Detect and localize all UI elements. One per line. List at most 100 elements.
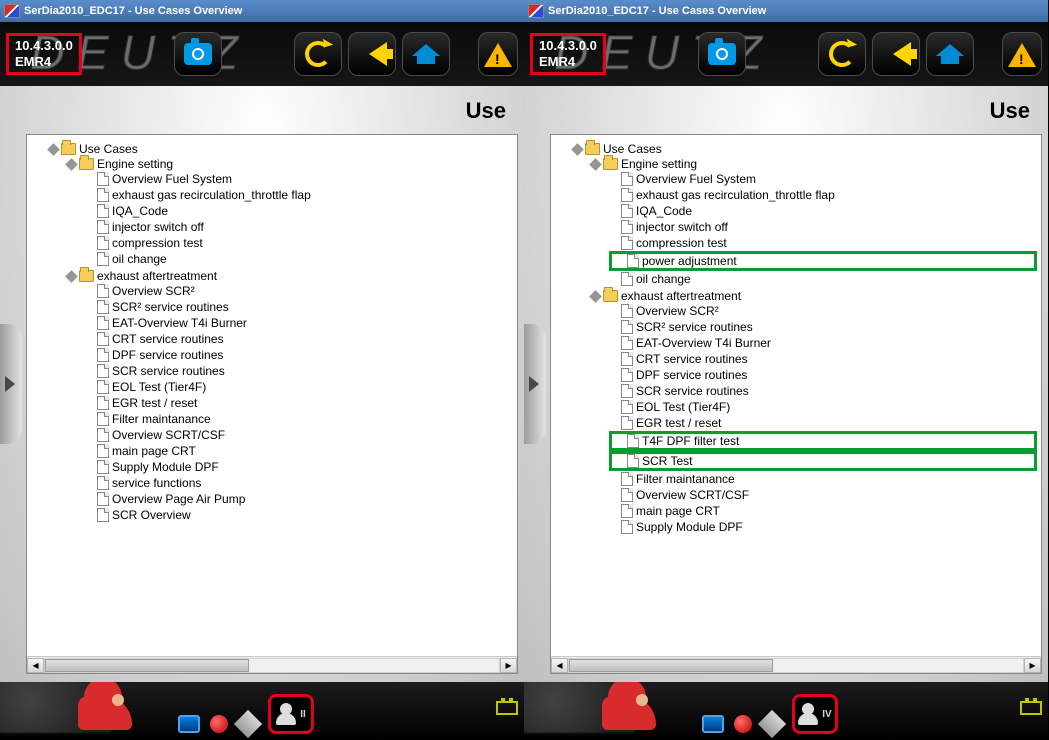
tree-item[interactable]: oil change — [609, 272, 1037, 286]
tree-item[interactable]: SCR service routines — [85, 364, 513, 378]
back-button[interactable] — [348, 32, 396, 76]
tree-item[interactable]: Overview SCRT/CSF — [85, 428, 513, 442]
tree-item[interactable]: power adjustment — [609, 251, 1037, 271]
tree-item[interactable]: Filter maintanance — [85, 412, 513, 426]
tree-root[interactable]: Use Cases — [49, 142, 513, 156]
document-icon — [97, 460, 109, 474]
tree-item[interactable]: injector switch off — [85, 220, 513, 234]
document-icon — [621, 304, 633, 318]
tree-item[interactable]: Overview Page Air Pump — [85, 492, 513, 506]
tree-item-label: SCR² service routines — [636, 320, 753, 334]
tree-item[interactable]: service functions — [85, 476, 513, 490]
tree-item-label: injector switch off — [636, 220, 728, 234]
tree-group[interactable]: exhaust aftertreatment — [591, 289, 1037, 303]
document-icon — [621, 488, 633, 502]
h-scrollbar[interactable]: ◂ ▸ — [551, 656, 1041, 673]
tree-item[interactable]: T4F DPF filter test — [609, 431, 1037, 451]
scroll-left-button[interactable]: ◂ — [27, 658, 44, 673]
tree-item[interactable]: Supply Module DPF — [609, 520, 1037, 534]
tree-item[interactable]: DPF service routines — [85, 348, 513, 362]
expand-sidebar-handle[interactable] — [0, 324, 22, 444]
document-icon — [621, 188, 633, 202]
scroll-right-button[interactable]: ▸ — [1024, 658, 1041, 673]
tree-item[interactable]: Overview Fuel System — [85, 172, 513, 186]
tree-item-label: Filter maintanance — [112, 412, 211, 426]
document-icon — [627, 454, 639, 468]
tree-item[interactable]: EAT-Overview T4i Burner — [609, 336, 1037, 350]
tree-item[interactable]: main page CRT — [609, 504, 1037, 518]
use-cases-tree[interactable]: Use CasesEngine settingOverview Fuel Sys… — [551, 135, 1041, 656]
tree-item[interactable]: DPF service routines — [609, 368, 1037, 382]
tree-item[interactable]: Overview Fuel System — [609, 172, 1037, 186]
document-icon — [97, 236, 109, 250]
tree-item-label: SCR Test — [642, 454, 692, 468]
tree-item[interactable]: Overview SCR² — [85, 284, 513, 298]
record-icon — [210, 715, 228, 733]
tree-item-label: CRT service routines — [636, 352, 748, 366]
scroll-left-button[interactable]: ◂ — [551, 658, 568, 673]
tree-item[interactable]: SCR service routines — [609, 384, 1037, 398]
h-scrollbar[interactable]: ◂ ▸ — [27, 656, 517, 673]
tree-item[interactable]: compression test — [85, 236, 513, 250]
tree-item[interactable]: compression test — [609, 236, 1037, 250]
expand-sidebar-handle[interactable] — [524, 324, 546, 444]
document-icon — [97, 508, 109, 522]
user-icon — [798, 703, 818, 725]
tree-item[interactable]: EGR test / reset — [609, 416, 1037, 430]
tree-item[interactable]: SCR² service routines — [85, 300, 513, 314]
home-button[interactable] — [926, 32, 974, 76]
tree-item[interactable]: Overview SCR² — [609, 304, 1037, 318]
tree-item-label: T4F DPF filter test — [642, 434, 739, 448]
scroll-thumb[interactable] — [45, 659, 249, 672]
warning-button[interactable] — [478, 32, 518, 76]
tree-item[interactable]: exhaust gas recirculation_throttle flap — [609, 188, 1037, 202]
tree-group[interactable]: exhaust aftertreatment — [67, 269, 513, 283]
tree-item[interactable]: SCR² service routines — [609, 320, 1037, 334]
tree-item-label: IQA_Code — [636, 204, 692, 218]
tree-item-label: service functions — [112, 476, 201, 490]
tree-group[interactable]: Engine setting — [591, 157, 1037, 171]
tree-item[interactable]: CRT service routines — [85, 332, 513, 346]
tree-item[interactable]: SCR Test — [609, 451, 1037, 471]
page-title: Use — [550, 94, 1042, 134]
tree-item[interactable]: injector switch off — [609, 220, 1037, 234]
user-level-label: II — [300, 709, 306, 720]
screenshot-button[interactable] — [698, 32, 746, 76]
document-icon — [97, 348, 109, 362]
tree-item[interactable]: CRT service routines — [609, 352, 1037, 366]
tree-item[interactable]: EOL Test (Tier4F) — [609, 400, 1037, 414]
tree-item[interactable]: SCR Overview — [85, 508, 513, 522]
tree-item-label: Overview SCR² — [636, 304, 719, 318]
tree-item[interactable]: IQA_Code — [609, 204, 1037, 218]
refresh-button[interactable] — [294, 32, 342, 76]
tree-item[interactable]: oil change — [85, 252, 513, 266]
screenshot-button[interactable] — [174, 32, 222, 76]
back-button[interactable] — [872, 32, 920, 76]
tree-item[interactable]: Supply Module DPF — [85, 460, 513, 474]
status-bar: II — [0, 682, 524, 740]
document-icon — [621, 272, 633, 286]
scroll-thumb[interactable] — [569, 659, 773, 672]
version-badge: 10.4.3.0.0 EMR4 — [530, 33, 606, 74]
tree-item[interactable]: Overview SCRT/CSF — [609, 488, 1037, 502]
tree-item[interactable]: Filter maintanance — [609, 472, 1037, 486]
tree-item[interactable]: EAT-Overview T4i Burner — [85, 316, 513, 330]
tree-item[interactable]: IQA_Code — [85, 204, 513, 218]
tree-item[interactable]: EOL Test (Tier4F) — [85, 380, 513, 394]
scroll-right-button[interactable]: ▸ — [500, 658, 517, 673]
tree-item-label: SCR service routines — [636, 384, 749, 398]
user-level-button[interactable]: IV — [792, 694, 838, 734]
battery-icon — [496, 701, 518, 715]
use-cases-tree[interactable]: Use CasesEngine settingOverview Fuel Sys… — [27, 135, 517, 656]
warning-button[interactable] — [1002, 32, 1042, 76]
tree-item[interactable]: main page CRT — [85, 444, 513, 458]
home-button[interactable] — [402, 32, 450, 76]
tree-item-label: main page CRT — [636, 504, 720, 518]
user-level-button[interactable]: II — [268, 694, 314, 734]
refresh-button[interactable] — [818, 32, 866, 76]
tree-group[interactable]: Engine setting — [67, 157, 513, 171]
tree-item[interactable]: EGR test / reset — [85, 396, 513, 410]
tree-root[interactable]: Use Cases — [573, 142, 1037, 156]
tree-item[interactable]: exhaust gas recirculation_throttle flap — [85, 188, 513, 202]
document-icon — [97, 412, 109, 426]
